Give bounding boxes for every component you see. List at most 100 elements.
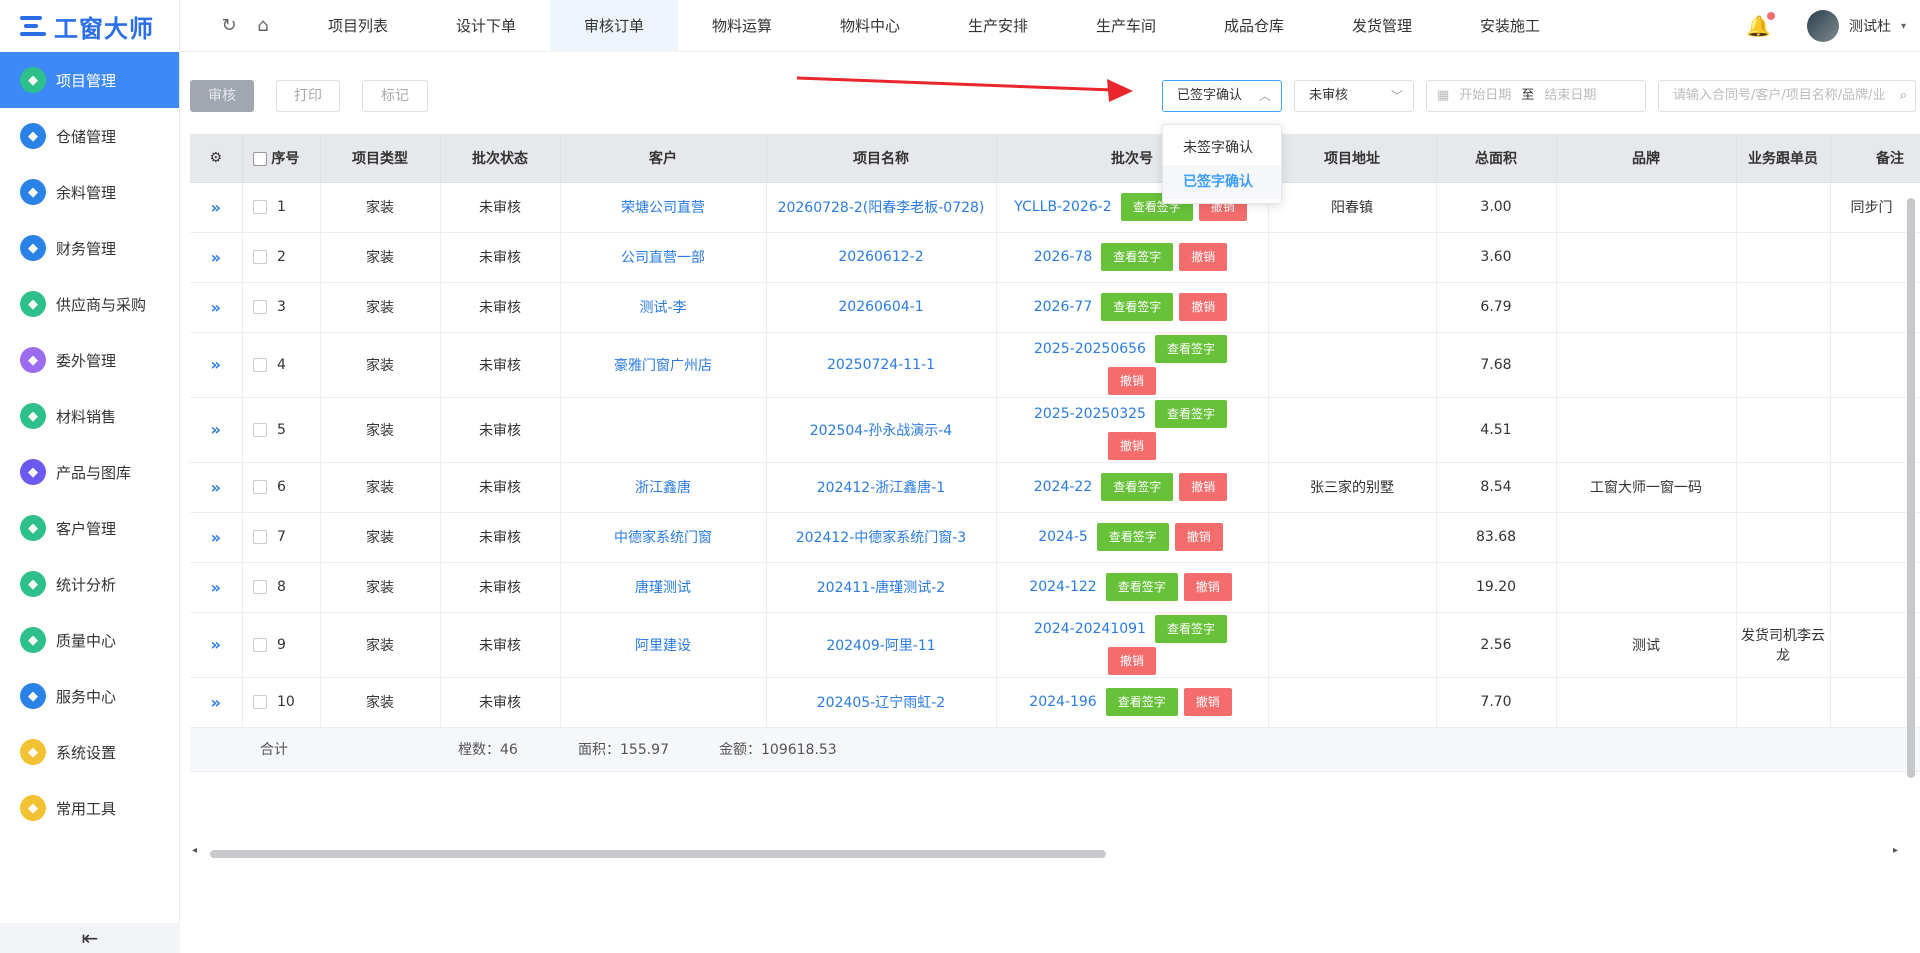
- row-project[interactable]: 202405-辽宁雨虹-2: [766, 677, 997, 728]
- row-customer[interactable]: 阿里建设: [560, 612, 767, 678]
- tab-9[interactable]: 安装施工: [1446, 0, 1574, 52]
- row-batch[interactable]: 2024-20241091: [1034, 621, 1146, 637]
- tab-2[interactable]: 审核订单: [550, 0, 678, 52]
- sidebar-item-13[interactable]: ◆ 常用工具: [0, 780, 179, 836]
- row-project[interactable]: 20260604-1: [766, 282, 997, 333]
- row-checkbox[interactable]: [252, 200, 267, 214]
- scroll-left-icon[interactable]: ◂: [192, 845, 197, 856]
- sidebar-item-11[interactable]: ◆ 服务中心: [0, 668, 179, 724]
- avatar[interactable]: [1806, 10, 1839, 42]
- sidebar-item-6[interactable]: ◆ 材料销售: [0, 388, 179, 444]
- sidebar-item-2[interactable]: ◆ 余料管理: [0, 164, 179, 220]
- view-sign-button[interactable]: 查看签字: [1101, 293, 1174, 321]
- view-sign-button[interactable]: 查看签字: [1154, 334, 1227, 363]
- row-customer[interactable]: 公司直营一部: [560, 232, 767, 283]
- expand-icon[interactable]: »: [211, 420, 221, 439]
- expand-icon[interactable]: »: [211, 298, 221, 317]
- row-batch[interactable]: 2026-77: [1034, 299, 1093, 315]
- sidebar-item-7[interactable]: ◆ 产品与图库: [0, 444, 179, 500]
- home-icon[interactable]: ⌂: [246, 15, 280, 36]
- date-range-picker[interactable]: ▦ 开始日期 至 结束日期: [1426, 80, 1646, 112]
- scroll-right-icon[interactable]: ▸: [1893, 845, 1898, 856]
- row-project[interactable]: 202412-中德家系统门窗-3: [766, 512, 997, 563]
- vertical-scroll-thumb[interactable]: [1907, 198, 1915, 778]
- table-row[interactable]: » 1 家装 未审核 荣塘公司直营 20260728-2(阳春李老板-0728) YCLL…: [190, 182, 1920, 233]
- view-sign-button[interactable]: 查看签字: [1105, 573, 1178, 601]
- tab-7[interactable]: 成品仓库: [1190, 0, 1318, 52]
- table-row[interactable]: » 6 家装 未审核 浙江鑫唐 202412-浙江鑫唐-1 2024-22 查看签字 撤销 张三…: [190, 462, 1920, 513]
- row-batch[interactable]: 2024-5: [1038, 529, 1088, 545]
- revoke-button[interactable]: 撤销: [1183, 573, 1232, 601]
- expand-icon[interactable]: »: [211, 355, 221, 374]
- table-row[interactable]: » 3 家装 未审核 测试-李 20260604-1 2026-77 查看签字 撤销 6.79: [190, 282, 1920, 333]
- row-customer[interactable]: [560, 677, 767, 728]
- row-customer[interactable]: 浙江鑫唐: [560, 462, 767, 513]
- row-project[interactable]: 20250724-11-1: [766, 332, 997, 398]
- row-batch[interactable]: 2024-122: [1029, 579, 1096, 595]
- row-checkbox[interactable]: [252, 300, 267, 314]
- row-batch[interactable]: 2025-20250325: [1034, 406, 1146, 422]
- table-row[interactable]: » 4 家装 未审核 豪雅门窗广州店 20250724-11-1 2025-2025065…: [190, 332, 1920, 398]
- expand-icon[interactable]: »: [211, 693, 221, 712]
- revoke-button[interactable]: 撤销: [1107, 646, 1156, 675]
- sidebar-item-0[interactable]: ◆ 项目管理: [0, 52, 179, 108]
- row-project[interactable]: 202504-孙永战演示-4: [766, 397, 997, 463]
- revoke-button[interactable]: 撤销: [1107, 366, 1156, 395]
- expand-icon[interactable]: »: [211, 198, 221, 217]
- row-checkbox[interactable]: [252, 480, 267, 494]
- mark-button[interactable]: 标记: [362, 80, 428, 112]
- table-row[interactable]: » 9 家装 未审核 阿里建设 202409-阿里-11 2024-20241091 查看签…: [190, 612, 1920, 678]
- expand-icon[interactable]: »: [211, 578, 221, 597]
- tab-8[interactable]: 发货管理: [1318, 0, 1446, 52]
- row-project[interactable]: 20260612-2: [766, 232, 997, 283]
- view-sign-button[interactable]: 查看签字: [1101, 243, 1174, 271]
- user-menu-caret-icon[interactable]: ▾: [1901, 21, 1906, 32]
- row-checkbox[interactable]: [252, 357, 267, 372]
- table-row[interactable]: » 5 家装 未审核 202504-孙永战演示-4 2025-20250325 查看签字撤…: [190, 397, 1920, 463]
- notification-bell-icon[interactable]: 🔔: [1746, 12, 1775, 38]
- vertical-scrollbar[interactable]: [1906, 186, 1916, 846]
- row-checkbox[interactable]: [252, 695, 267, 709]
- view-sign-button[interactable]: 查看签字: [1105, 688, 1178, 716]
- sidebar-item-5[interactable]: ◆ 委外管理: [0, 332, 179, 388]
- horizontal-scrollbar[interactable]: ◂ ▸: [190, 845, 1900, 858]
- row-checkbox[interactable]: [252, 250, 267, 264]
- tab-3[interactable]: 物料运算: [678, 0, 806, 52]
- tab-0[interactable]: 项目列表: [294, 0, 422, 52]
- view-sign-button[interactable]: 查看签字: [1101, 473, 1174, 501]
- expand-icon[interactable]: »: [211, 478, 221, 497]
- dropdown-option-signed[interactable]: 已签字确认: [1163, 165, 1281, 199]
- table-row[interactable]: » 10 家装 未审核 202405-辽宁雨虹-2 2024-196 查看签字 撤销 7.70: [190, 677, 1920, 728]
- view-sign-button[interactable]: 查看签字: [1154, 614, 1227, 643]
- row-checkbox[interactable]: [252, 637, 267, 652]
- sidebar-item-9[interactable]: ◆ 统计分析: [0, 556, 179, 612]
- expand-icon[interactable]: »: [211, 248, 221, 267]
- tab-1[interactable]: 设计下单: [422, 0, 550, 52]
- row-batch[interactable]: 2024-22: [1034, 479, 1093, 495]
- expand-icon[interactable]: »: [211, 635, 221, 654]
- audit-status-select[interactable]: 未审核 ﹀: [1294, 80, 1414, 112]
- row-batch[interactable]: 2024-196: [1029, 694, 1096, 710]
- search-input[interactable]: 请输入合同号/客户/项目名称/品牌/业 ⌕: [1658, 80, 1916, 112]
- row-batch[interactable]: YCLLB-2026-2: [1014, 199, 1111, 215]
- view-sign-button[interactable]: 查看签字: [1096, 523, 1169, 551]
- sidebar-item-3[interactable]: ◆ 财务管理: [0, 220, 179, 276]
- print-button[interactable]: 打印: [276, 80, 340, 112]
- row-batch[interactable]: 2025-20250656: [1034, 341, 1146, 357]
- row-checkbox[interactable]: [252, 580, 267, 594]
- row-project[interactable]: 20260728-2(阳春李老板-0728): [766, 182, 997, 233]
- row-checkbox[interactable]: [252, 422, 267, 437]
- refresh-icon[interactable]: ↻: [212, 15, 246, 36]
- select-all-checkbox[interactable]: [252, 151, 267, 166]
- audit-button[interactable]: 审核: [190, 80, 254, 112]
- table-row[interactable]: » 2 家装 未审核 公司直营一部 20260612-2 2026-78 查看签字 撤销 3.6…: [190, 232, 1920, 283]
- row-customer[interactable]: 中德家系统门窗: [560, 512, 767, 563]
- tab-5[interactable]: 生产安排: [934, 0, 1062, 52]
- sidebar-item-1[interactable]: ◆ 仓储管理: [0, 108, 179, 164]
- row-project[interactable]: 202411-唐瑾测试-2: [766, 562, 997, 613]
- sidebar-item-10[interactable]: ◆ 质量中心: [0, 612, 179, 668]
- row-customer[interactable]: [560, 397, 767, 463]
- row-customer[interactable]: 荣塘公司直营: [560, 182, 767, 233]
- expand-icon[interactable]: »: [211, 528, 221, 547]
- revoke-button[interactable]: 撤销: [1183, 688, 1232, 716]
